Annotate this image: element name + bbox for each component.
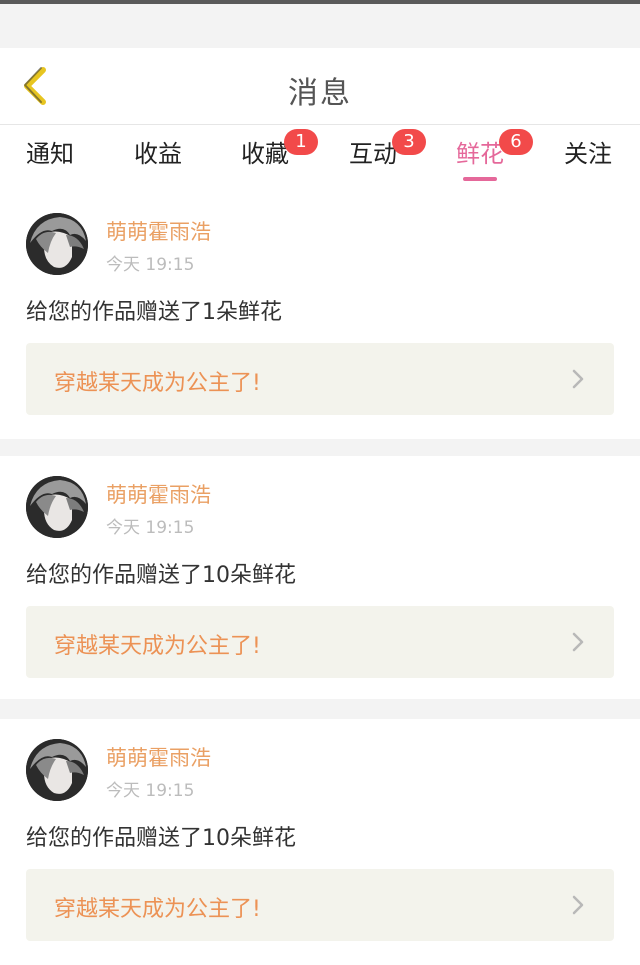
chevron-right-icon bbox=[572, 895, 584, 915]
active-tab-indicator bbox=[463, 177, 497, 181]
sender-name[interactable]: 萌萌霍雨浩 bbox=[106, 742, 211, 772]
flower-message-card: 萌萌霍雨浩 今天 19:15 给您的作品赠送了10朵鲜花 穿越某天成为公主了! bbox=[0, 456, 640, 699]
flower-message-card: 萌萌霍雨浩 今天 19:15 给您的作品赠送了10朵鲜花 穿越某天成为公主了! bbox=[0, 719, 640, 965]
work-title: 穿越某天成为公主了! bbox=[54, 897, 261, 922]
work-link[interactable]: 穿越某天成为公主了! bbox=[26, 343, 614, 415]
favorites-count-badge: 1 bbox=[284, 129, 318, 155]
work-link[interactable]: 穿越某天成为公主了! bbox=[26, 606, 614, 678]
chevron-right-icon bbox=[572, 369, 584, 389]
avatar-image bbox=[26, 213, 88, 275]
avatar-image bbox=[26, 739, 88, 801]
section-divider bbox=[0, 699, 640, 719]
avatar[interactable] bbox=[26, 476, 88, 538]
message-time: 今天 19:15 bbox=[106, 255, 195, 275]
flowers-count-badge: 6 bbox=[499, 129, 533, 155]
message-text: 给您的作品赠送了10朵鲜花 bbox=[26, 563, 296, 588]
message-text: 给您的作品赠送了1朵鲜花 bbox=[26, 300, 282, 325]
message-text: 给您的作品赠送了10朵鲜花 bbox=[26, 826, 296, 851]
tab-label: 鲜花 bbox=[456, 140, 504, 168]
tab-bar: 通知 收益 收藏 1 互动 3 鲜花 6 关注 bbox=[0, 125, 640, 193]
tab-label: 互动 bbox=[349, 140, 397, 168]
tab-label: 关注 bbox=[564, 140, 612, 168]
tab-label: 通知 bbox=[26, 140, 74, 168]
header-bar: 消息 bbox=[0, 48, 640, 125]
message-time: 今天 19:15 bbox=[106, 781, 195, 801]
sender-name[interactable]: 萌萌霍雨浩 bbox=[106, 479, 211, 509]
tab-earnings[interactable]: 收益 bbox=[113, 137, 203, 185]
work-title: 穿越某天成为公主了! bbox=[54, 634, 261, 659]
tab-follows[interactable]: 关注 bbox=[543, 137, 633, 185]
work-title: 穿越某天成为公主了! bbox=[54, 371, 261, 396]
tab-favorites[interactable]: 收藏 1 bbox=[220, 129, 318, 185]
sender-name[interactable]: 萌萌霍雨浩 bbox=[106, 216, 211, 246]
avatar-image bbox=[26, 476, 88, 538]
work-link[interactable]: 穿越某天成为公主了! bbox=[26, 869, 614, 941]
tab-flowers[interactable]: 鲜花 6 bbox=[435, 129, 533, 185]
avatar[interactable] bbox=[26, 739, 88, 801]
status-bar-area bbox=[0, 4, 640, 48]
page-title: 消息 bbox=[288, 76, 352, 111]
interactions-count-badge: 3 bbox=[392, 129, 426, 155]
tab-label: 收藏 bbox=[241, 140, 289, 168]
tab-interactions[interactable]: 互动 3 bbox=[328, 129, 426, 185]
chevron-right-icon bbox=[572, 632, 584, 652]
tab-notifications[interactable]: 通知 bbox=[5, 137, 95, 185]
avatar[interactable] bbox=[26, 213, 88, 275]
flower-message-card: 萌萌霍雨浩 今天 19:15 给您的作品赠送了1朵鲜花 穿越某天成为公主了! bbox=[0, 193, 640, 439]
section-divider bbox=[0, 439, 640, 456]
message-time: 今天 19:15 bbox=[106, 518, 195, 538]
tab-label: 收益 bbox=[134, 140, 182, 168]
